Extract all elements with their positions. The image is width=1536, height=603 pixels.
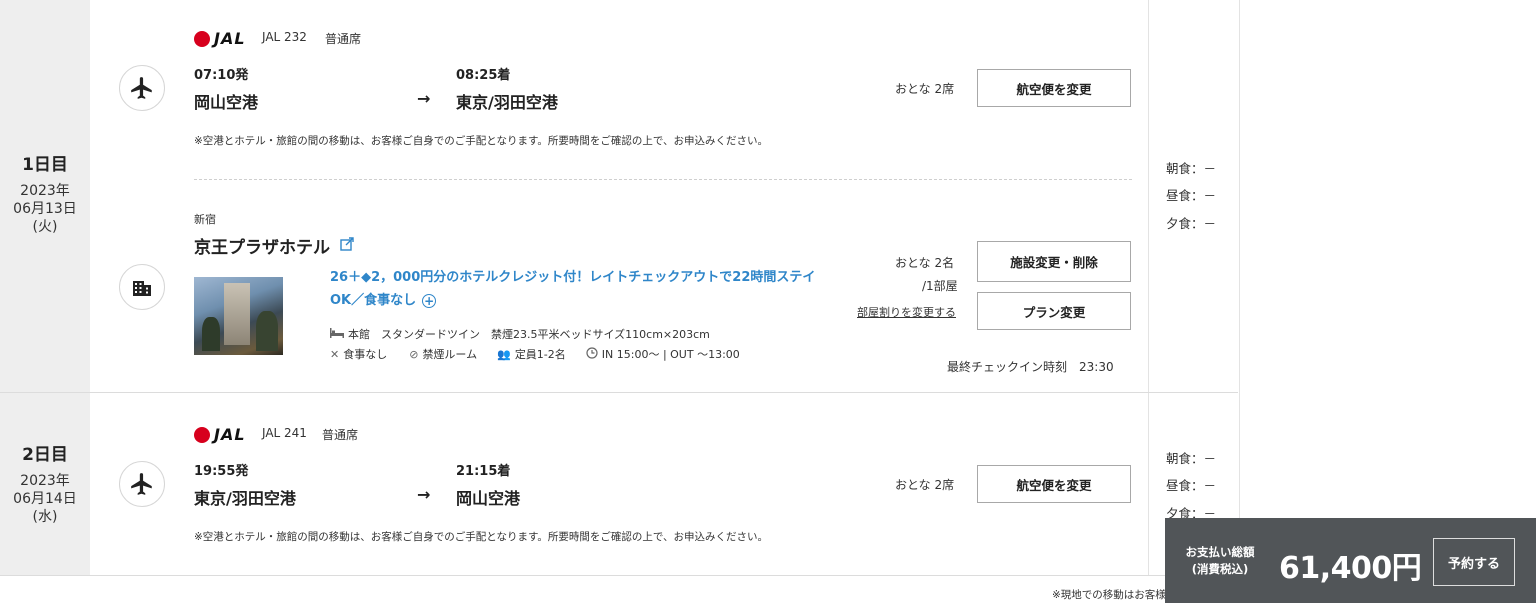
- jal-wordmark: JAL: [214, 425, 246, 444]
- plan-title-line1[interactable]: 26＋◆2，000円分のホテルクレジット付！レイトチェックアウトで22時間ステイ: [330, 266, 850, 289]
- airplane-icon: [119, 65, 165, 111]
- no-smoking-icon: ⊘: [409, 347, 419, 361]
- payment-label-line2: (消費税込): [1191, 562, 1249, 576]
- capacity-info: 定員1-2名: [514, 348, 566, 361]
- seat-class: 普通席: [325, 32, 362, 46]
- jal-crane-icon: [194, 426, 210, 443]
- arrival-time: 21:15着: [456, 464, 511, 479]
- expand-plus-icon[interactable]: +: [422, 293, 437, 308]
- bottom-divider: [0, 575, 1238, 576]
- bed-icon: [330, 327, 344, 341]
- arrival-airport: 岡山空港: [456, 489, 521, 508]
- section-divider: [194, 179, 1132, 180]
- flight-number: JAL 232: [262, 30, 307, 44]
- plan-title-line2[interactable]: OK／食事なし: [330, 289, 416, 312]
- change-plan-button[interactable]: プラン変更: [977, 292, 1131, 330]
- arrival-time: 08:25着: [456, 68, 511, 83]
- day2-weekday: (水): [32, 509, 58, 525]
- day2-label: 2日目: [22, 445, 68, 465]
- day2-year: 2023年: [20, 473, 70, 489]
- day2-breakfast: 朝食：－: [1166, 451, 1217, 466]
- reserve-button[interactable]: 予約する: [1433, 538, 1515, 586]
- jal-wordmark: JAL: [214, 29, 246, 48]
- hotel-guests: おとな 2名: [895, 256, 955, 270]
- departure-time: 07:10発: [194, 68, 249, 83]
- departure-airport: 東京/羽田空港: [194, 489, 296, 508]
- passenger-count: おとな 2席: [895, 82, 955, 96]
- transfer-note: ※空港とホテル・旅館の間の移動は、お客様ご自身でのご手配となります。所要時間をご…: [194, 531, 769, 543]
- seat-class: 普通席: [322, 428, 359, 442]
- passenger-count: おとな 2席: [895, 478, 955, 492]
- jal-logo: JAL: [194, 425, 246, 444]
- change-delete-facility-button[interactable]: 施設変更・削除: [977, 241, 1131, 282]
- checkin-checkout: IN 15:00〜 | OUT 〜13:00: [601, 348, 740, 361]
- day1-monthday: 06月13日: [13, 201, 77, 217]
- day2-monthday: 06月14日: [13, 491, 77, 507]
- last-checkin-time: 最終チェックイン時刻 23:30: [947, 360, 1114, 374]
- smoking-info: 禁煙ルーム: [422, 348, 478, 361]
- day-divider: [0, 392, 1238, 393]
- change-flight-button[interactable]: 航空便を変更: [977, 465, 1131, 503]
- departure-airport: 岡山空港: [194, 93, 259, 112]
- day2-lunch: 昼食：－: [1166, 478, 1217, 493]
- hotel-area: 新宿: [194, 213, 216, 226]
- day1-weekday: (火): [32, 219, 58, 235]
- payment-bar: お支払い総額 (消費税込) 61,400円 予約する: [1165, 518, 1536, 603]
- jal-crane-icon: [194, 30, 210, 47]
- day1-label: 1日目: [22, 155, 68, 175]
- building-icon: [119, 264, 165, 310]
- hotel-rooms: /1部屋: [922, 279, 958, 293]
- route-arrow: →: [417, 485, 431, 504]
- payment-label-line1: お支払い総額: [1185, 545, 1255, 559]
- departure-time: 19:55発: [194, 464, 249, 479]
- hotel-title: 京王プラザホテル: [194, 233, 354, 258]
- total-amount: 61,400円: [1279, 551, 1422, 586]
- arrival-airport: 東京/羽田空港: [456, 93, 558, 112]
- transfer-note: ※空港とホテル・旅館の間の移動は、お客様ご自身でのご手配となります。所要時間をご…: [194, 135, 769, 147]
- flight-number: JAL 241: [262, 426, 307, 440]
- hotel-photo[interactable]: [194, 277, 283, 355]
- clock-icon: [586, 346, 598, 362]
- payment-label: お支払い総額 (消費税込): [1180, 544, 1260, 578]
- no-meal-icon: ✕: [330, 347, 340, 361]
- meal-info: 食事なし: [343, 348, 388, 361]
- jal-logo: JAL: [194, 29, 246, 48]
- change-flight-button[interactable]: 航空便を変更: [977, 69, 1131, 107]
- room-info-row: 本館 スタンダードツイン 禁煙23.5平米ベッドサイズ110cm×203cm: [330, 326, 710, 342]
- day1-lunch: 昼食：－: [1166, 188, 1217, 203]
- external-link-icon[interactable]: [340, 236, 354, 255]
- day1-breakfast: 朝食：－: [1166, 161, 1217, 176]
- day1-year: 2023年: [20, 183, 70, 199]
- hotel-name[interactable]: 京王プラザホテル: [194, 233, 330, 258]
- plan-title[interactable]: 26＋◆2，000円分のホテルクレジット付！レイトチェックアウトで22時間ステイ…: [330, 266, 850, 312]
- room-info: 本館 スタンダードツイン 禁煙23.5平米ベッドサイズ110cm×203cm: [348, 328, 710, 341]
- airplane-icon: [119, 461, 165, 507]
- route-arrow: →: [417, 89, 431, 108]
- change-room-split-link[interactable]: 部屋割りを変更する: [857, 304, 956, 320]
- amenity-row: ✕ 食事なし ⊘ 禁煙ルーム 👥 定員1-2名 IN 15:00〜 | OUT …: [330, 346, 740, 362]
- people-icon: 👥: [497, 347, 511, 361]
- day1-dinner: 夕食：－: [1166, 216, 1217, 231]
